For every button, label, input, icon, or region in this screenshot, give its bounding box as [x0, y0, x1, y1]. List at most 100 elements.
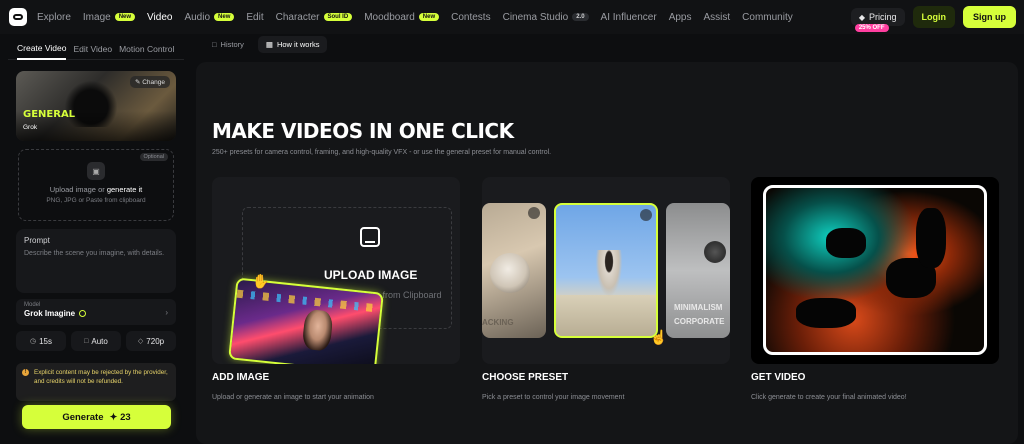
portrait-subject: [301, 308, 334, 352]
nav-cinema-studio-label: Cinema Studio: [502, 11, 569, 23]
lamp-image: [704, 241, 726, 263]
nav-ai-influencer-label: AI Influencer: [600, 11, 657, 23]
nav-ai-influencer[interactable]: AI Influencer: [601, 12, 657, 23]
loading-spinner-icon: [79, 310, 87, 317]
how-it-works-label: How it works: [276, 40, 320, 49]
video-shape: [916, 208, 946, 268]
nav-moodboard[interactable]: Moodboard New: [364, 11, 440, 23]
tab-how-it-works[interactable]: ▦ How it works: [257, 36, 328, 53]
tab-history[interactable]: □ History: [204, 36, 252, 53]
chevron-right-icon: ›: [165, 308, 168, 317]
new-badge: New: [214, 13, 235, 21]
model-value: Grok Imagine: [24, 309, 168, 318]
preset-thumbnail-selected[interactable]: [554, 203, 658, 338]
model-selector[interactable]: Model Grok Imagine ›: [16, 299, 176, 325]
neon-lights: [236, 289, 384, 314]
video-shape: [826, 228, 866, 258]
preset-card[interactable]: GENERAL Grok ✎ Change: [16, 71, 176, 141]
nav-community-label: Community: [742, 11, 793, 23]
preset-icon: [640, 209, 652, 221]
resolution-selector[interactable]: ◇ 720p: [126, 331, 176, 351]
prompt-input[interactable]: Prompt Describe the scene you imagine, w…: [16, 229, 176, 293]
app-logo-icon[interactable]: [9, 8, 27, 26]
nav-video[interactable]: Video: [147, 12, 172, 23]
model-label: Model: [24, 302, 41, 308]
diamond-icon: ◆: [858, 12, 865, 22]
upload-image-title: UPLOAD IMAGE: [324, 268, 418, 282]
nav-character[interactable]: Character Soul ID: [276, 12, 353, 23]
tab-motion-control[interactable]: Motion Control: [119, 38, 174, 60]
preset-label-right: MINIMALISM CORPORATE: [674, 301, 725, 329]
image-upload-dropzone[interactable]: Optional ▣ Upload image or generate it P…: [18, 149, 174, 221]
content-warning: ! Explicit content may be rejected by th…: [16, 363, 176, 401]
hand-cursor-icon: ☝: [650, 329, 668, 345]
example-photo: [228, 277, 384, 364]
generate-button[interactable]: Generate ✦ 23: [22, 405, 171, 429]
image-add-icon: [360, 227, 380, 247]
image-upload-icon: ▣: [87, 162, 105, 180]
nav-assist[interactable]: Assist: [703, 12, 730, 23]
nav-assist-label: Assist: [703, 11, 731, 23]
nav-image[interactable]: Image New: [82, 11, 136, 23]
model-name: Grok Imagine: [24, 309, 76, 318]
nav-video-label: Video: [147, 11, 173, 23]
version-badge: 2.0: [572, 13, 589, 21]
nav-contests[interactable]: Contests: [451, 12, 490, 23]
warning-icon: !: [22, 369, 29, 376]
hand-cursor-icon: ✋: [252, 273, 270, 289]
duration-selector[interactable]: ◷ 15s: [16, 331, 66, 351]
get-video-card: [751, 177, 999, 364]
tab-edit-video[interactable]: Edit Video: [73, 38, 112, 60]
credits-display: ✦ 23: [110, 412, 131, 423]
choose-preset-card: ACKING MINIMALISM CORPORATE ☝: [482, 177, 730, 364]
sparkle-icon: ✦: [109, 411, 118, 423]
warning-text: Explicit content may be rejected by the …: [34, 369, 168, 385]
aspect-value: Auto: [91, 336, 108, 346]
credit-cost: 23: [120, 411, 131, 423]
new-badge: New: [114, 13, 136, 21]
nav-moodboard-label: Moodboard: [364, 11, 415, 23]
video-preview: [763, 185, 987, 355]
step-add-image-title: ADD IMAGE: [212, 372, 270, 383]
nav-explore-label: Explore: [37, 11, 71, 23]
main-nav: Explore Image New Video Audio New Edit Cha…: [37, 12, 805, 23]
person-image: [596, 250, 622, 296]
nav-character-label: Character: [275, 11, 320, 23]
login-button[interactable]: Login: [912, 6, 955, 28]
nav-cinema-studio[interactable]: Cinema Studio 2.0: [503, 12, 589, 23]
pricing-button[interactable]: ◆ Pricing 25% OFF: [850, 8, 905, 32]
discount-badge: 25% OFF: [854, 24, 889, 32]
nav-community[interactable]: Community: [742, 12, 793, 23]
nav-edit[interactable]: Edit: [246, 12, 263, 23]
nav-image-label: Image: [82, 11, 111, 23]
step-get-video-title: GET VIDEO: [751, 372, 806, 383]
generate-it-link[interactable]: generate it: [107, 185, 142, 194]
step-get-video-desc: Click generate to create your final anim…: [751, 394, 907, 401]
wall-image: [556, 295, 656, 336]
preset-thumbnail-minimalism: MINIMALISM CORPORATE: [666, 203, 730, 338]
nav-edit-label: Edit: [246, 11, 264, 23]
video-options: ◷ 15s □ Auto ◇ 720p: [16, 331, 176, 351]
nav-audio[interactable]: Audio New: [184, 11, 235, 23]
label-corporate: CORPORATE: [674, 317, 725, 326]
aspect-ratio-icon: □: [84, 337, 89, 345]
change-preset-button[interactable]: ✎ Change: [129, 76, 170, 88]
nav-audio-label: Audio: [184, 11, 211, 23]
folder-icon: □: [212, 40, 217, 49]
signup-button[interactable]: Sign up: [963, 6, 1016, 28]
create-video-sidebar: Create Video Edit Video Motion Control G…: [8, 38, 184, 444]
how-it-works-panel: MAKE VIDEOS IN ONE CLICK 250+ presets fo…: [196, 62, 1018, 444]
tab-create-video[interactable]: Create Video: [17, 38, 67, 60]
preset-thumbnail-coffee: ACKING: [482, 203, 546, 338]
nav-apps-label: Apps: [668, 11, 692, 23]
pricing-label: Pricing: [868, 12, 897, 22]
preset-label-left: ACKING: [482, 318, 514, 327]
nav-explore[interactable]: Explore: [37, 12, 71, 23]
new-badge: New: [418, 13, 440, 21]
nav-apps[interactable]: Apps: [669, 12, 692, 23]
upload-formats: PNG, JPG or Paste from clipboard: [46, 197, 146, 204]
sidebar-tabs: Create Video Edit Video Motion Control: [8, 38, 184, 60]
aspect-ratio-selector[interactable]: □ Auto: [71, 331, 121, 351]
video-shape: [796, 298, 856, 328]
add-image-card: UPLOAD IMAGE Paste from Clipboard ✋: [212, 177, 460, 364]
